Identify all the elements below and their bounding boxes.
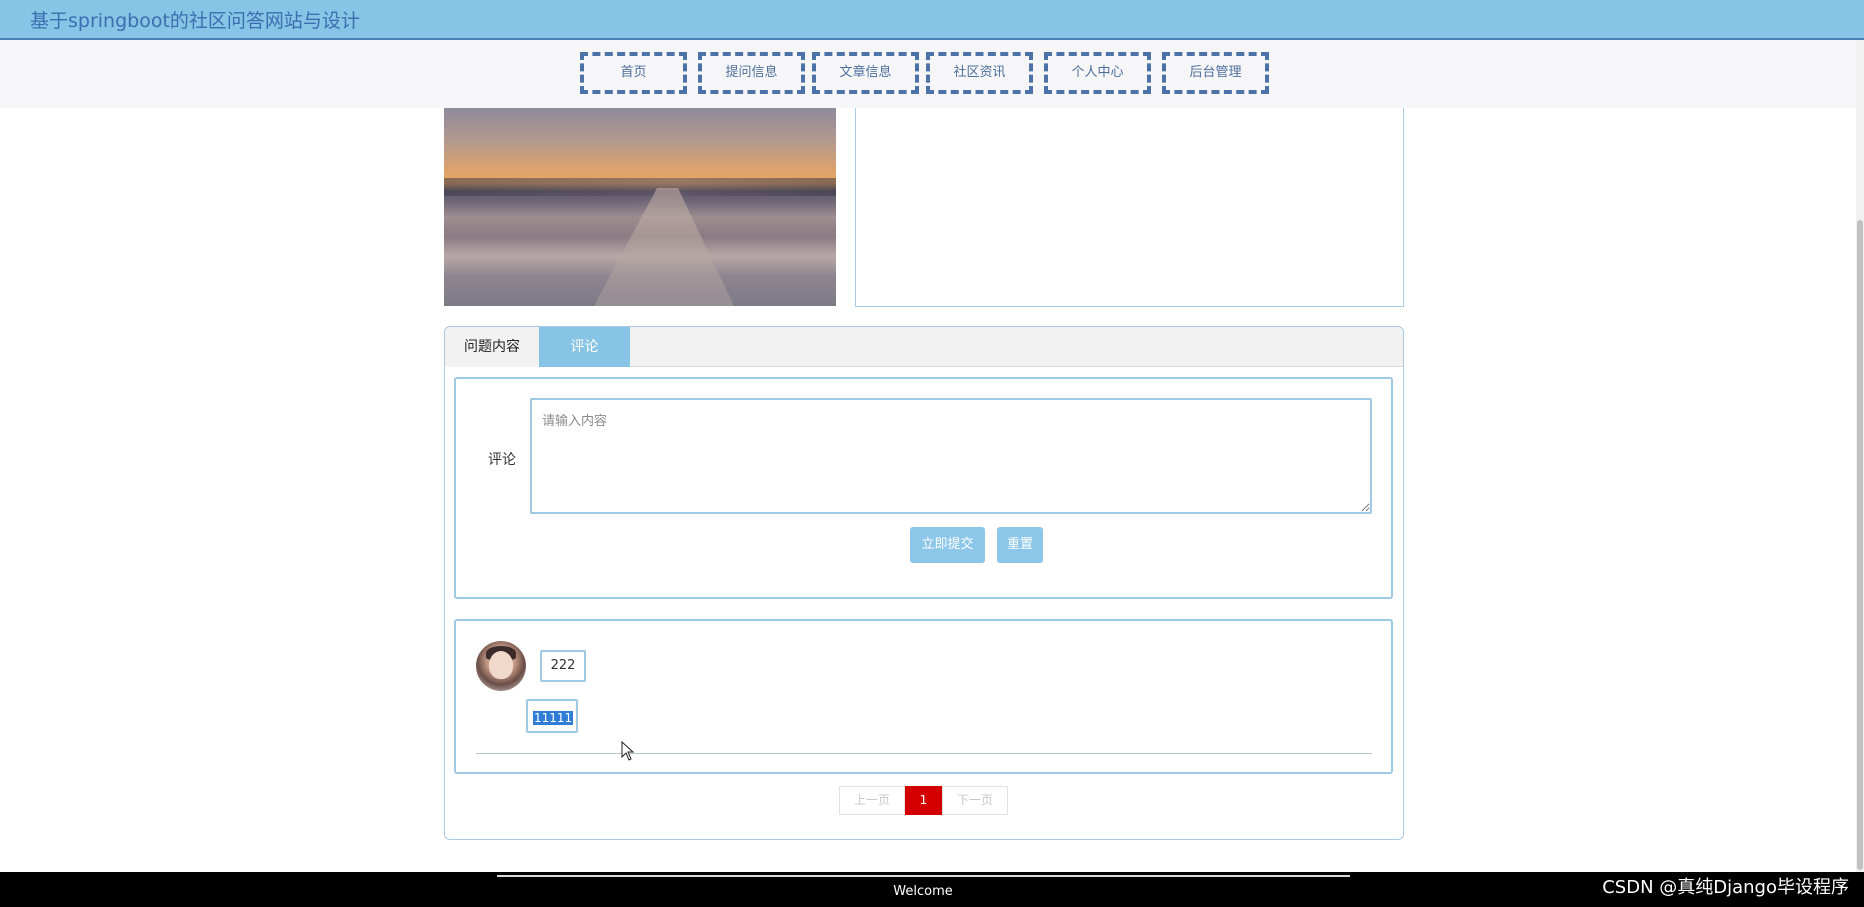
- tab-comment[interactable]: 评论: [539, 327, 630, 367]
- nav-item-community-news[interactable]: 社区资讯: [926, 52, 1033, 94]
- comment-list: 222 11111: [454, 619, 1393, 774]
- comment-textarea[interactable]: [530, 398, 1372, 514]
- reset-button[interactable]: 重置: [997, 527, 1043, 563]
- submit-button[interactable]: 立即提交: [910, 527, 985, 563]
- tab-header: 问题内容 评论: [445, 327, 1403, 367]
- avatar: [476, 641, 526, 691]
- footer: Welcome: [0, 872, 1864, 907]
- comment-username: 222: [540, 650, 586, 682]
- comment-form: 评论 立即提交 重置: [454, 377, 1393, 599]
- comment-content[interactable]: 11111: [533, 711, 574, 725]
- comment-content-box: 11111: [526, 699, 578, 733]
- cover-horizon: [444, 178, 836, 196]
- nav-item-personal-center[interactable]: 个人中心: [1044, 52, 1151, 94]
- page-prev-button[interactable]: 上一页: [839, 786, 905, 815]
- site-title[interactable]: 基于springboot的社区问答网站与设计: [30, 6, 360, 33]
- comment-divider: [476, 753, 1372, 754]
- nav-item-admin[interactable]: 后台管理: [1162, 52, 1269, 94]
- question-cover-image: [444, 108, 836, 306]
- cover-river: [594, 188, 734, 306]
- main-nav: 首页 提问信息 文章信息 社区资讯 个人中心 后台管理: [0, 40, 1856, 108]
- nav-item-home[interactable]: 首页: [580, 52, 687, 94]
- footer-text: Welcome: [893, 884, 953, 899]
- page-scrollbar-thumb[interactable]: [1857, 220, 1863, 870]
- page-next-button[interactable]: 下一页: [942, 786, 1008, 815]
- mouse-pointer-icon: [621, 741, 635, 761]
- tab-question-content[interactable]: 问题内容: [445, 327, 539, 367]
- footer-divider: [497, 875, 1350, 877]
- nav-item-questions[interactable]: 提问信息: [698, 52, 805, 94]
- header-bar: 基于springboot的社区问答网站与设计: [0, 0, 1864, 40]
- question-info-panel: [855, 108, 1404, 307]
- comment-field-label: 评论: [488, 452, 516, 468]
- avatar-face: [489, 651, 513, 679]
- watermark-text: CSDN @真纯Django毕设程序: [1602, 877, 1849, 898]
- page-current-button[interactable]: 1: [905, 786, 942, 815]
- nav-item-articles[interactable]: 文章信息: [812, 52, 919, 94]
